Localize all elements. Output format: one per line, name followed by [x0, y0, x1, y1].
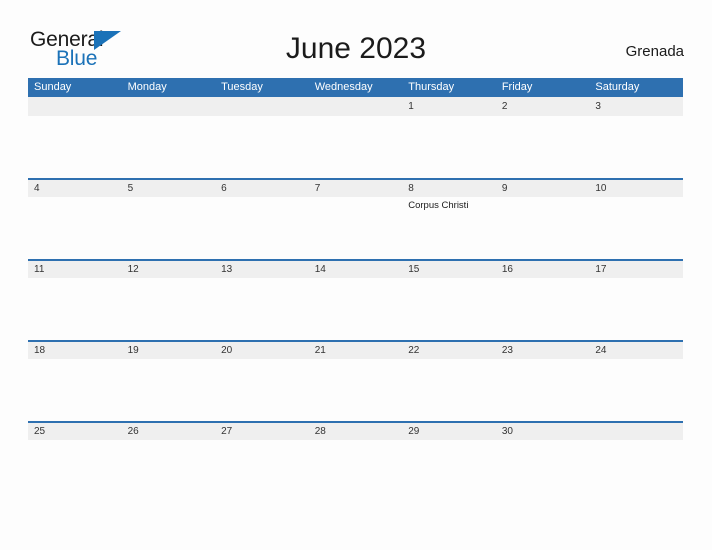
day-number[interactable]: 1 — [402, 97, 496, 116]
day-number[interactable] — [215, 97, 309, 116]
day-cell[interactable] — [28, 440, 122, 443]
day-number[interactable]: 18 — [28, 342, 122, 359]
day-cell[interactable] — [496, 440, 590, 443]
day-number[interactable]: 15 — [402, 261, 496, 278]
weekday-header-thursday: Thursday — [408, 81, 455, 93]
day-number[interactable]: 22 — [402, 342, 496, 359]
day-cell[interactable] — [589, 359, 683, 362]
day-cell[interactable] — [309, 197, 403, 212]
day-cell[interactable] — [309, 116, 403, 119]
day-cell[interactable] — [122, 359, 216, 362]
day-number[interactable]: 30 — [496, 423, 590, 440]
day-cell[interactable] — [496, 278, 590, 281]
day-cell[interactable] — [589, 116, 683, 119]
day-cell[interactable] — [122, 197, 216, 212]
weekday-header-friday: Friday — [501, 81, 533, 93]
page-title: June 2023 — [285, 32, 427, 65]
day-number[interactable] — [122, 97, 216, 116]
day-cell[interactable] — [309, 359, 403, 362]
day-number[interactable]: 26 — [122, 423, 216, 440]
day-cell[interactable] — [496, 197, 590, 212]
day-number[interactable]: 11 — [28, 261, 122, 278]
day-cell[interactable]: Corpus Christi — [402, 197, 496, 212]
calendar-week-row: 4 5 6 7 8 9 10 Corpus Christi — [28, 178, 683, 259]
day-number[interactable]: 12 — [122, 261, 216, 278]
page-header: General Blue June 2023 Grenada — [0, 0, 712, 78]
day-cell[interactable] — [28, 116, 122, 119]
day-number[interactable]: 17 — [589, 261, 683, 278]
day-number[interactable]: 25 — [28, 423, 122, 440]
day-number[interactable] — [589, 423, 683, 440]
day-cell[interactable] — [402, 440, 496, 443]
day-cell[interactable] — [28, 197, 122, 212]
day-number[interactable]: 28 — [309, 423, 403, 440]
day-cell[interactable] — [215, 278, 309, 281]
week-date-strip: 18 19 20 21 22 23 24 — [28, 342, 683, 359]
week-date-strip: 11 12 13 14 15 16 17 — [28, 261, 683, 278]
day-number[interactable]: 3 — [589, 97, 683, 116]
day-number[interactable]: 16 — [496, 261, 590, 278]
day-number[interactable]: 23 — [496, 342, 590, 359]
week-date-strip: 4 5 6 7 8 9 10 — [28, 180, 683, 197]
day-cell[interactable] — [402, 116, 496, 119]
day-number[interactable]: 10 — [589, 180, 683, 197]
day-number[interactable]: 7 — [309, 180, 403, 197]
weekday-header-saturday: Saturday — [595, 81, 640, 93]
day-number[interactable]: 29 — [402, 423, 496, 440]
day-number[interactable]: 21 — [309, 342, 403, 359]
weekday-header-sunday: Sunday — [34, 81, 72, 93]
calendar-page: General Blue June 2023 Grenada Sunday Mo… — [0, 0, 712, 550]
day-number[interactable]: 27 — [215, 423, 309, 440]
day-cell[interactable] — [589, 440, 683, 443]
week-date-strip: 1 2 3 — [28, 97, 683, 116]
weekday-header-monday: Monday — [127, 81, 167, 93]
day-number[interactable]: 20 — [215, 342, 309, 359]
day-cell[interactable] — [122, 440, 216, 443]
week-event-area: Corpus Christi — [28, 197, 683, 212]
day-number[interactable]: 5 — [122, 180, 216, 197]
day-cell[interactable] — [122, 278, 216, 281]
day-number[interactable]: 8 — [402, 180, 496, 197]
day-cell[interactable] — [122, 116, 216, 119]
day-number[interactable] — [28, 97, 122, 116]
weekday-header-tuesday: Tuesday — [221, 81, 263, 93]
calendar-week-row: 11 12 13 14 15 16 17 — [28, 259, 683, 340]
day-cell[interactable] — [589, 197, 683, 212]
holiday-event[interactable]: Corpus Christi — [408, 200, 492, 212]
day-number[interactable]: 6 — [215, 180, 309, 197]
region-label: Grenada — [625, 43, 684, 60]
day-cell[interactable] — [28, 359, 122, 362]
weekday-header-row: Sunday Monday Tuesday Wednesday Thursday… — [28, 78, 683, 97]
day-cell[interactable] — [309, 278, 403, 281]
day-cell[interactable] — [215, 197, 309, 212]
day-number[interactable]: 13 — [215, 261, 309, 278]
day-cell[interactable] — [215, 440, 309, 443]
day-cell[interactable] — [215, 359, 309, 362]
day-number[interactable]: 4 — [28, 180, 122, 197]
day-cell[interactable] — [402, 359, 496, 362]
week-event-area — [28, 116, 683, 119]
week-date-strip: 25 26 27 28 29 30 — [28, 423, 683, 440]
calendar-week-row: 25 26 27 28 29 30 — [28, 421, 683, 502]
day-number[interactable] — [309, 97, 403, 116]
day-cell[interactable] — [28, 278, 122, 281]
day-cell[interactable] — [496, 116, 590, 119]
day-cell[interactable] — [215, 116, 309, 119]
weekday-header-wednesday: Wednesday — [314, 81, 373, 93]
week-event-area — [28, 440, 683, 443]
day-number[interactable]: 9 — [496, 180, 590, 197]
day-cell[interactable] — [589, 278, 683, 281]
day-cell[interactable] — [309, 440, 403, 443]
day-cell[interactable] — [496, 359, 590, 362]
calendar-week-row: 1 2 3 — [28, 97, 683, 178]
day-cell[interactable] — [402, 278, 496, 281]
week-event-area — [28, 278, 683, 281]
day-number[interactable]: 14 — [309, 261, 403, 278]
day-number[interactable]: 19 — [122, 342, 216, 359]
day-number[interactable]: 24 — [589, 342, 683, 359]
calendar-week-row: 18 19 20 21 22 23 24 — [28, 340, 683, 421]
week-event-area — [28, 359, 683, 362]
calendar-grid: Sunday Monday Tuesday Wednesday Thursday… — [28, 78, 683, 502]
day-number[interactable]: 2 — [496, 97, 590, 116]
